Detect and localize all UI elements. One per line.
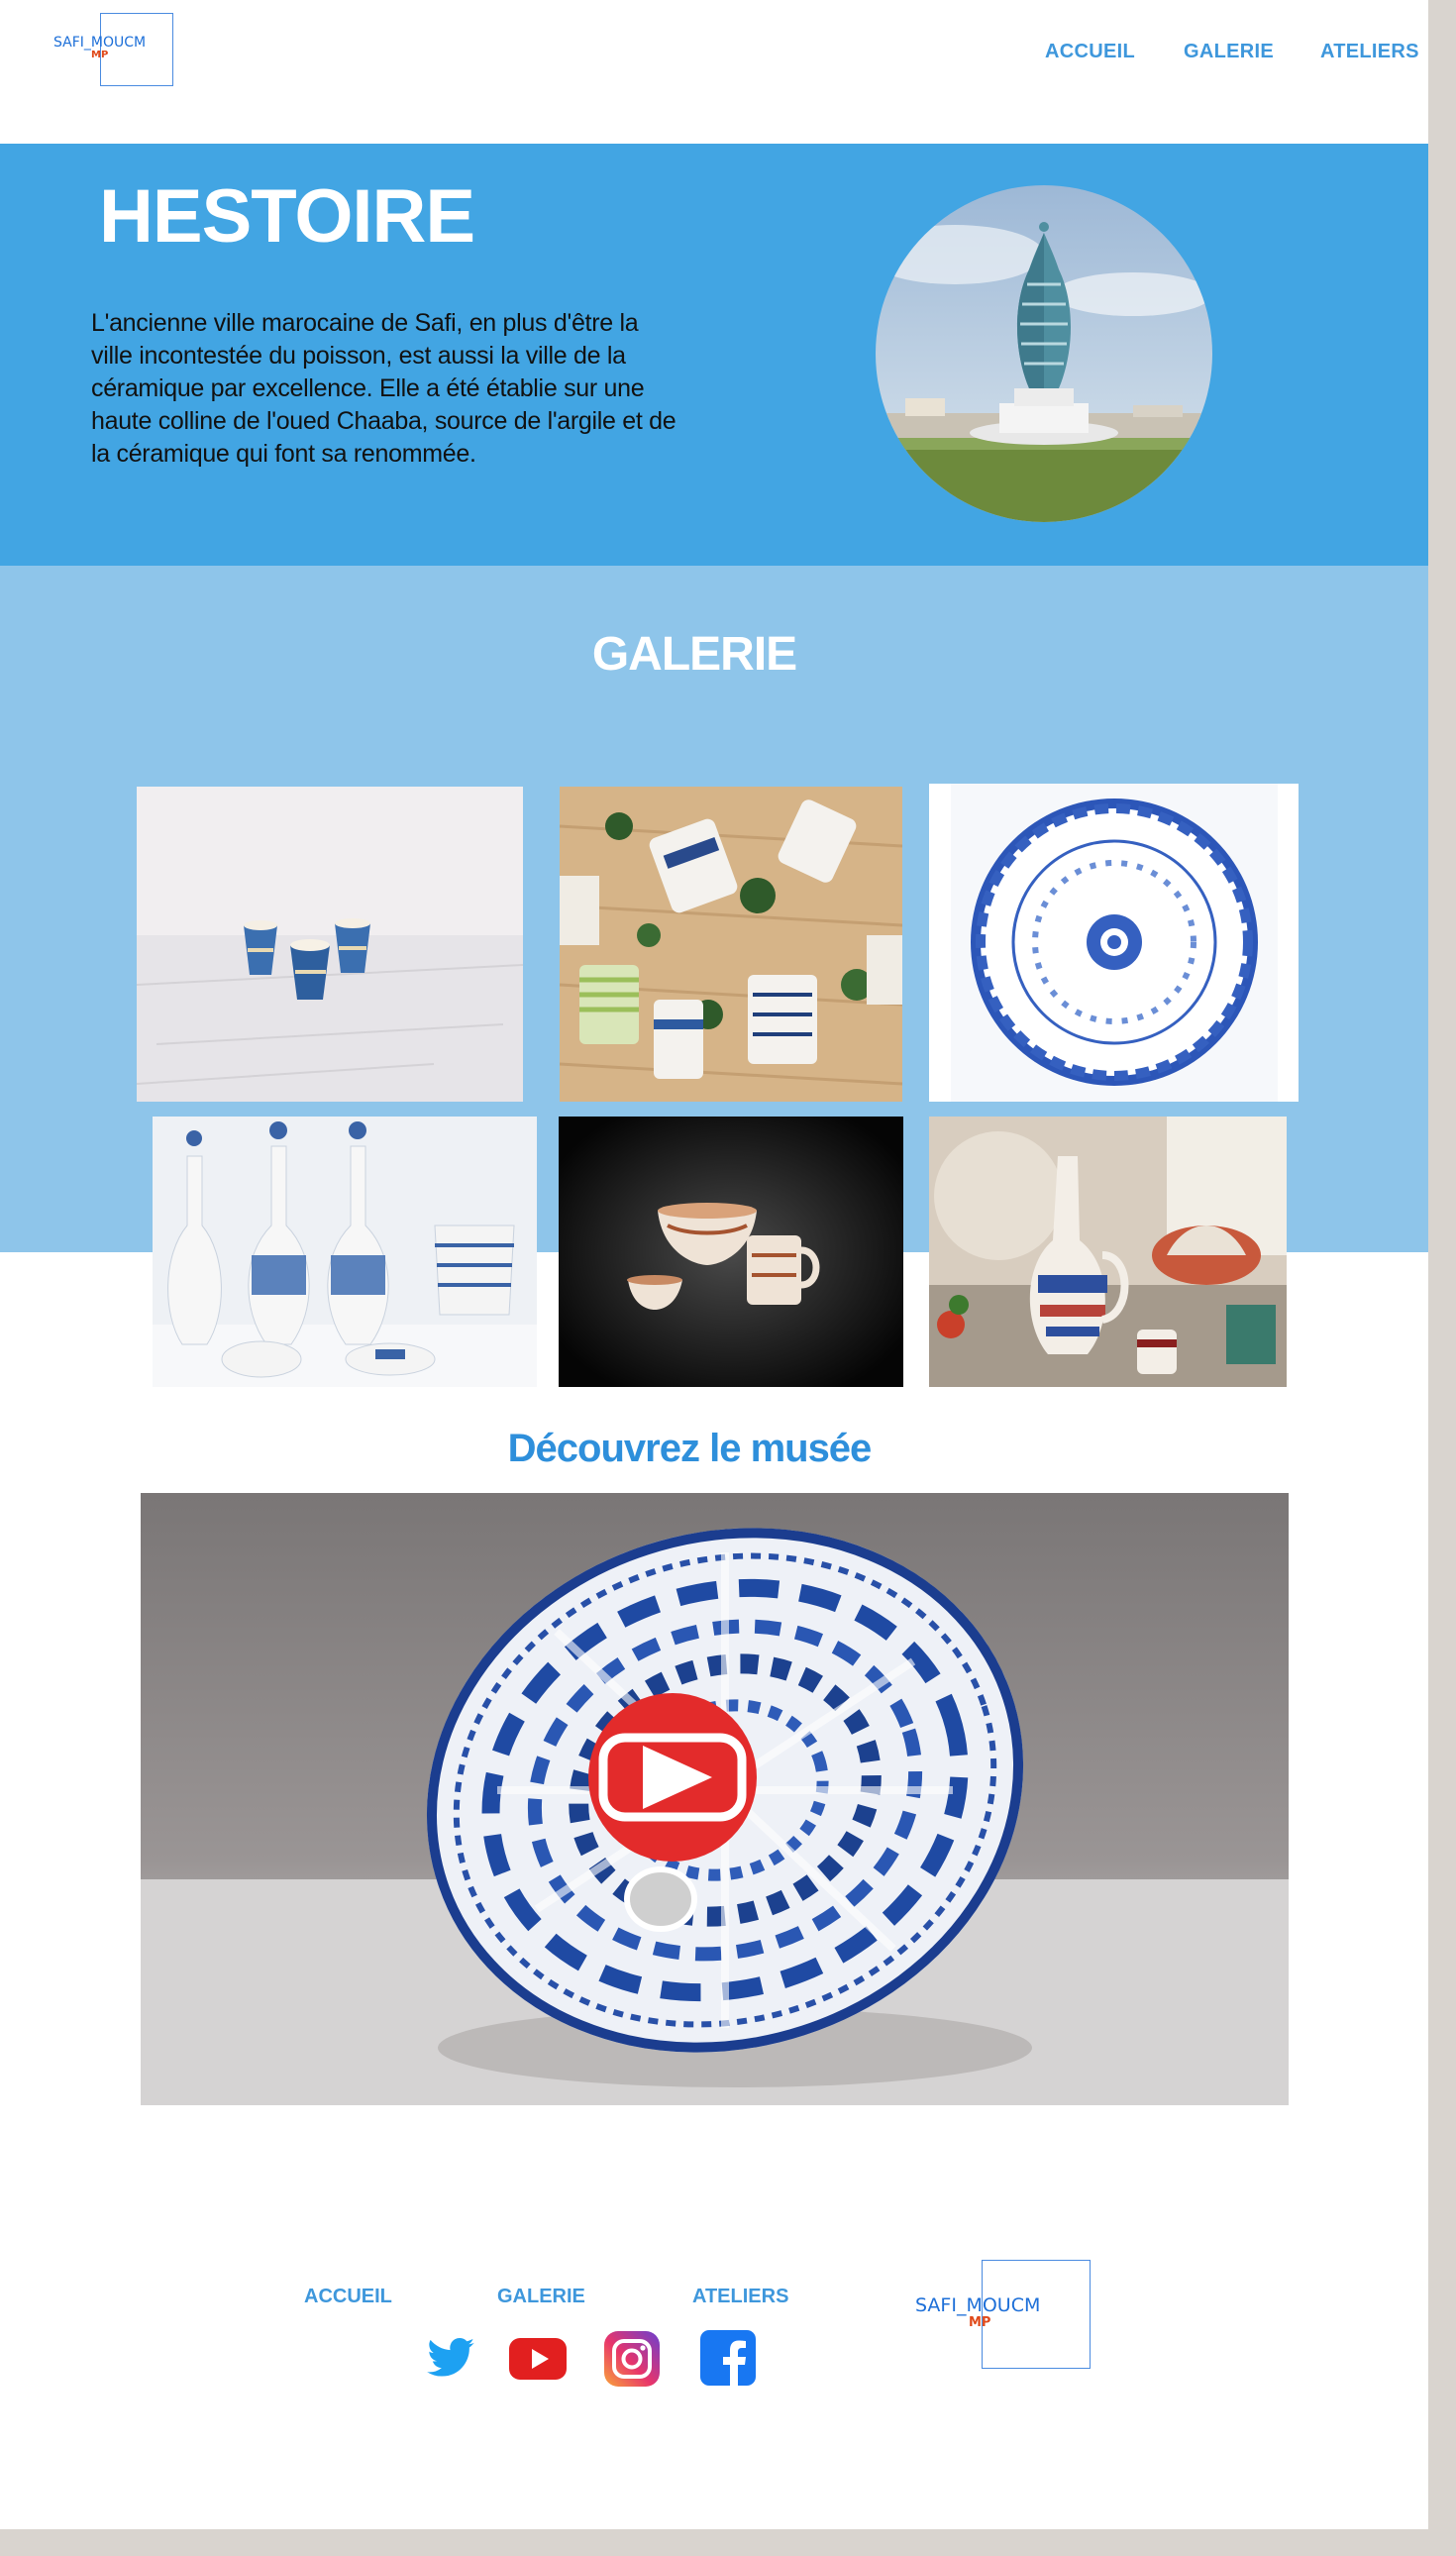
footer-link-ateliers[interactable]: ATELIERS: [692, 2286, 788, 2308]
footer-link-galerie[interactable]: GALERIE: [497, 2286, 585, 2308]
decanters-graphic: [153, 1117, 537, 1387]
logo-text: SAFI_MOUCM: [53, 35, 147, 51]
page-shadow-right: [1428, 0, 1456, 2556]
cups-graphic: [137, 787, 523, 1102]
youtube-icon[interactable]: [509, 2338, 567, 2380]
museum-title: Découvrez le musée: [507, 1427, 873, 1470]
page: SAFI_MOUCM MP ACCUEIL GALERIE ATELIERS H…: [0, 0, 1428, 2529]
tower-photo-graphic: [876, 185, 1212, 522]
history-section: HESTOIRE L'ancienne ville marocaine de S…: [0, 144, 1428, 566]
history-title: HESTOIRE: [99, 174, 475, 259]
facebook-icon[interactable]: [700, 2330, 756, 2386]
footer-logo-text: SAFI_MOUCM: [915, 2294, 1041, 2316]
gallery-image-cups[interactable]: [137, 787, 523, 1102]
safi-tower-image: [876, 185, 1212, 522]
mugs-graphic: [560, 787, 902, 1102]
nav-link-accueil[interactable]: ACCUEIL: [1045, 41, 1135, 63]
twitter-icon[interactable]: [421, 2333, 480, 2385]
footer-logo-subtext: MP: [969, 2315, 991, 2330]
gallery-image-plate[interactable]: [929, 784, 1299, 1102]
instagram-icon[interactable]: [604, 2331, 660, 2387]
footer-link-accueil[interactable]: ACCUEIL: [304, 2286, 392, 2308]
gallery-image-mugs[interactable]: [560, 787, 902, 1102]
gallery-image-decanters[interactable]: [153, 1117, 537, 1387]
gallery-title: GALERIE: [591, 628, 797, 681]
video-thumbnail-graphic: [141, 1493, 1289, 2105]
gallery-image-jug[interactable]: [929, 1117, 1287, 1387]
logo-subtext: MP: [91, 50, 109, 60]
history-text: L'ancienne ville marocaine de Safi, en p…: [91, 309, 676, 468]
plate-graphic: [929, 784, 1299, 1102]
nav-link-galerie[interactable]: GALERIE: [1184, 41, 1274, 63]
bowls-graphic: [559, 1117, 903, 1387]
jug-graphic: [929, 1117, 1287, 1387]
page-shadow-bottom: [0, 2529, 1456, 2556]
museum-video[interactable]: [141, 1493, 1289, 2105]
gallery-image-bowls[interactable]: [559, 1117, 903, 1387]
nav-link-ateliers[interactable]: ATELIERS: [1320, 41, 1419, 63]
